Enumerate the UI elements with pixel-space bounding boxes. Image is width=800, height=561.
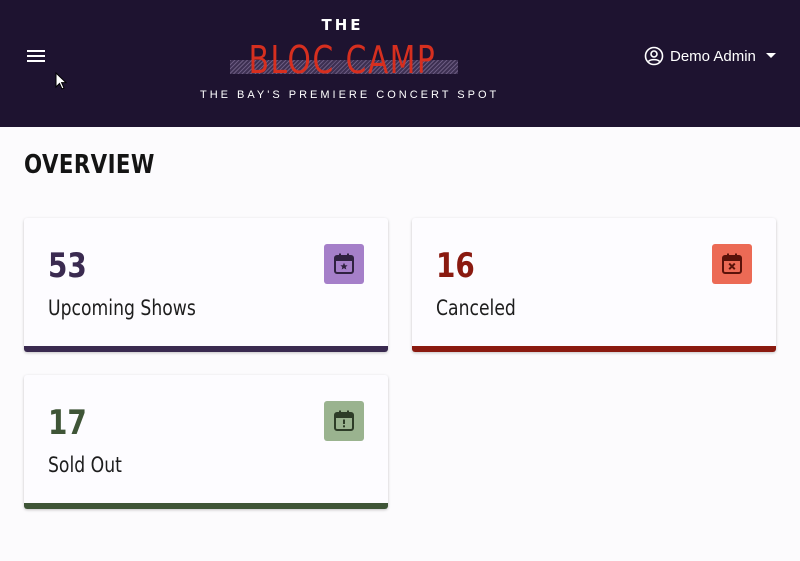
card-accent-bar [24, 346, 388, 352]
logo[interactable]: THE BLOC CAMP THE BAY'S PREMIERE CONCERT… [200, 10, 500, 110]
card-accent-bar [412, 346, 776, 352]
stat-card-upcoming-shows[interactable]: 53 Upcoming Shows [24, 218, 388, 352]
card-accent-bar [24, 503, 388, 509]
user-name: Demo Admin [670, 47, 756, 65]
app-header: THE BLOC CAMP THE BAY'S PREMIERE CONCERT… [0, 0, 800, 127]
menu-icon[interactable] [24, 44, 48, 68]
stat-card-canceled[interactable]: 16 Canceled [412, 218, 776, 352]
user-menu-button[interactable]: Demo Admin [644, 44, 776, 68]
stat-value: 53 [48, 246, 87, 286]
account-circle-icon [644, 46, 664, 66]
stat-label: Upcoming Shows [48, 296, 196, 320]
logo-the-text: THE [321, 16, 364, 34]
calendar-alert-icon [324, 401, 364, 441]
stat-value: 16 [436, 246, 475, 286]
calendar-star-icon [324, 244, 364, 284]
menu-icon-bar [27, 60, 45, 62]
stat-label: Sold Out [48, 453, 122, 477]
stat-label: Canceled [436, 296, 516, 320]
stat-card-sold-out[interactable]: 17 Sold Out [24, 375, 388, 509]
logo-main-text: BLOC CAMP [248, 38, 437, 82]
calendar-x-icon [712, 244, 752, 284]
caret-down-icon [765, 53, 776, 58]
stat-value: 17 [48, 403, 87, 443]
menu-icon-bar [27, 55, 45, 57]
menu-icon-bar [27, 50, 45, 52]
page-title: OVERVIEW [24, 150, 155, 180]
logo-tagline: THE BAY'S PREMIERE CONCERT SPOT [200, 89, 500, 101]
mouse-cursor-icon [55, 72, 68, 90]
